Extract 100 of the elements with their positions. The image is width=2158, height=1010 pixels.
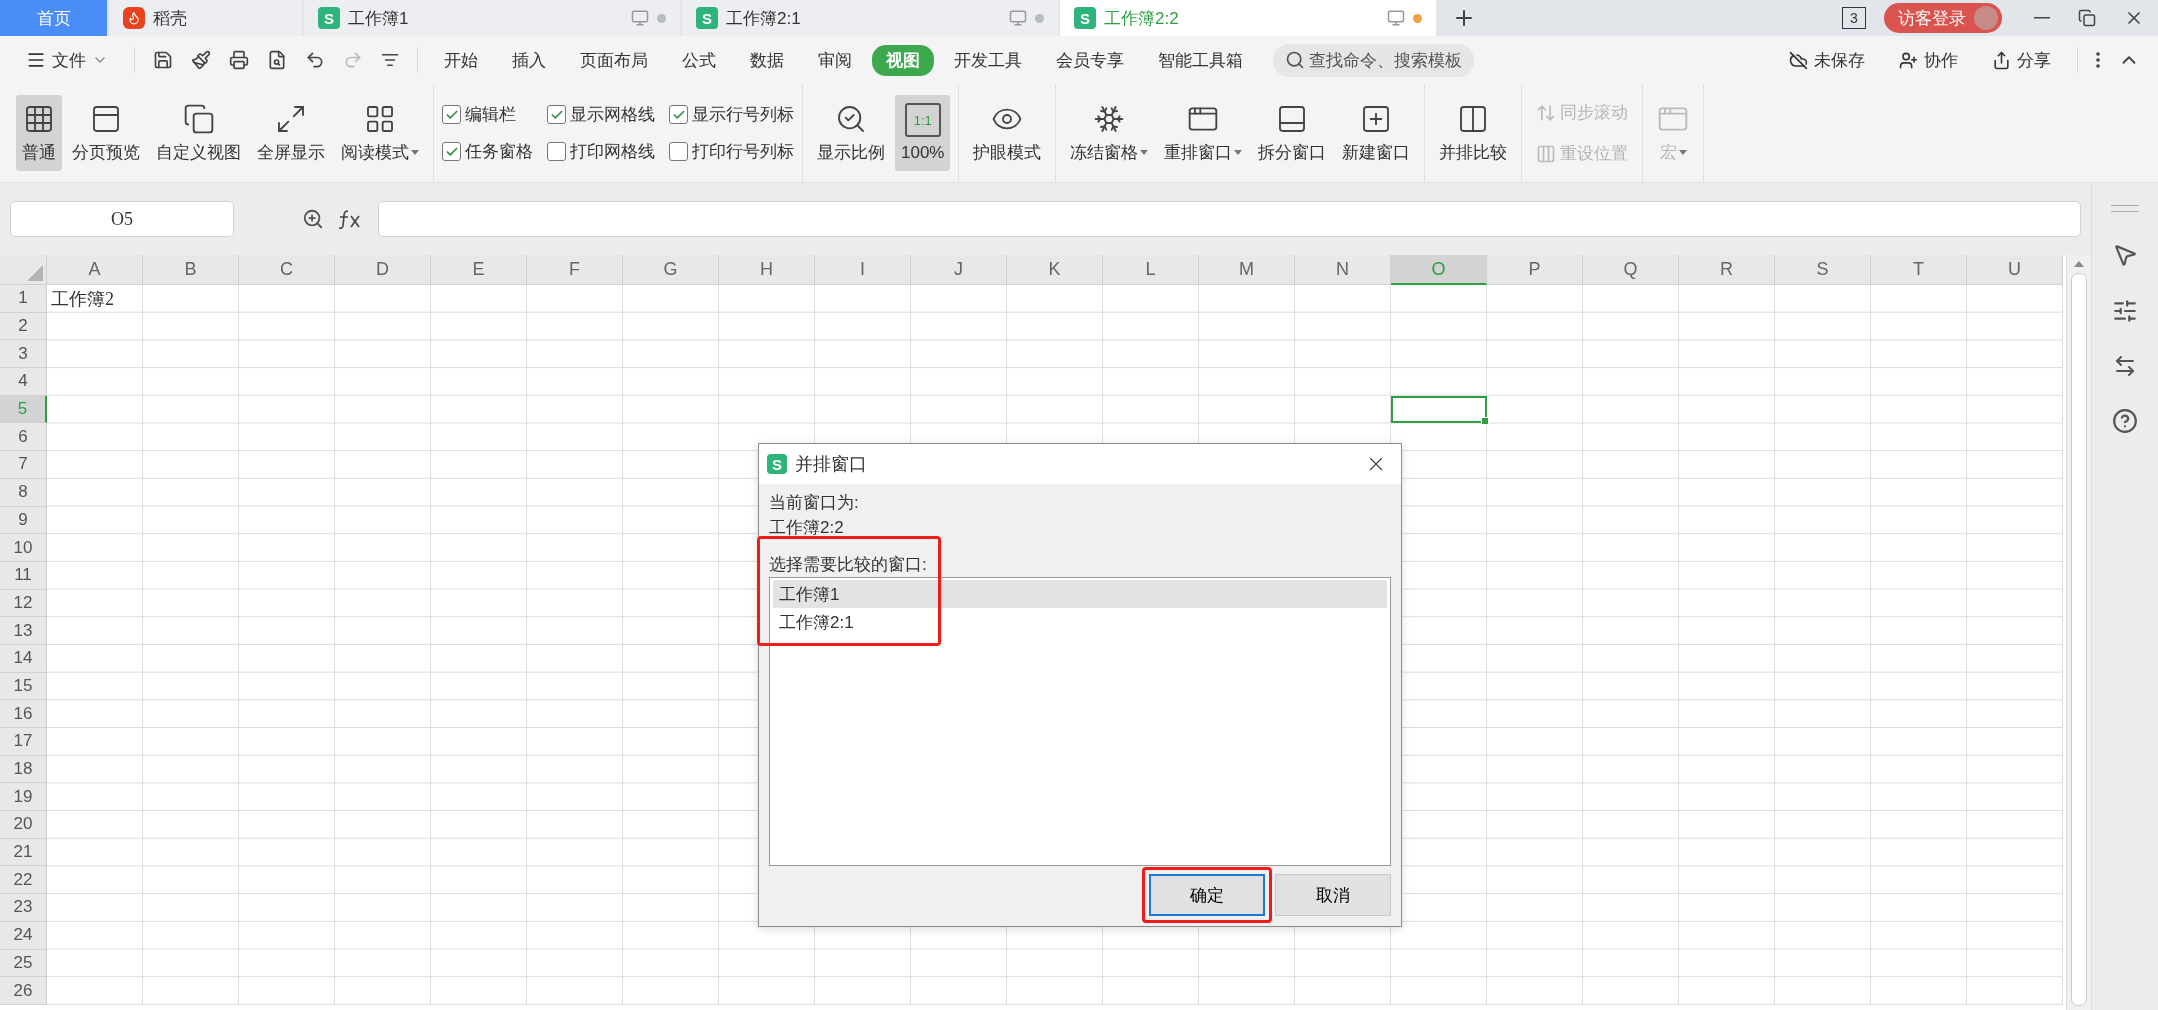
column-header[interactable]: N — [1295, 255, 1391, 285]
checkbox-option[interactable]: 打印网格线 — [547, 140, 655, 163]
row-header[interactable]: 25 — [0, 949, 47, 978]
row-header[interactable]: 15 — [0, 672, 47, 701]
checkbox[interactable] — [669, 105, 688, 124]
ribbon-button[interactable]: 1:1 100% — [895, 95, 951, 171]
dialog-button[interactable]: 取消 — [1275, 874, 1391, 916]
row-header[interactable]: 12 — [0, 589, 47, 618]
ribbon-button[interactable]: 新建窗口 — [1336, 95, 1417, 171]
row-header[interactable]: 13 — [0, 617, 47, 645]
dialog-button[interactable]: 确定 — [1149, 874, 1265, 916]
scrollbar-thumb[interactable] — [2071, 273, 2087, 1006]
row-header[interactable]: 10 — [0, 534, 47, 562]
row-header[interactable]: 2 — [0, 312, 47, 341]
action-button[interactable]: 未保存 — [1775, 44, 1879, 76]
column-header[interactable]: P — [1487, 255, 1583, 285]
document-tab[interactable]: S 工作簿2:2 — [1060, 0, 1436, 36]
formula-input[interactable] — [378, 201, 2081, 237]
row-header[interactable]: 11 — [0, 561, 47, 590]
column-header[interactable]: U — [1967, 255, 2063, 285]
row-header[interactable]: 14 — [0, 644, 47, 673]
ribbon-button[interactable]: 自定义视图 — [150, 95, 247, 171]
row-header[interactable]: 21 — [0, 838, 47, 867]
vertical-scrollbar[interactable] — [2066, 255, 2091, 1010]
row-header[interactable]: 1 — [0, 285, 47, 313]
home-tab[interactable]: 首页 — [0, 0, 107, 36]
checkbox-option[interactable]: 显示行号列标 — [669, 103, 794, 126]
pointer-icon[interactable] — [2112, 242, 2138, 268]
column-header[interactable]: S — [1775, 255, 1871, 285]
checkbox[interactable] — [442, 142, 461, 161]
checkbox-option[interactable]: 打印行号列标 — [669, 140, 794, 163]
column-header[interactable]: R — [1679, 255, 1775, 285]
row-header[interactable]: 17 — [0, 728, 47, 756]
scroll-up-icon[interactable] — [2074, 261, 2084, 267]
zoom-icon[interactable] — [302, 208, 324, 230]
row-header[interactable]: 16 — [0, 700, 47, 728]
ribbon-button[interactable]: 阅读模式 — [335, 95, 425, 171]
fill-handle[interactable] — [1481, 417, 1489, 426]
ribbon-tab[interactable]: 插入 — [498, 44, 560, 76]
ribbon-button[interactable]: 重排窗口 — [1158, 95, 1249, 171]
window-list-item[interactable]: 工作簿1 — [773, 580, 1387, 608]
ribbon-button[interactable]: 拆分窗口 — [1252, 95, 1333, 171]
checkbox[interactable] — [547, 142, 566, 161]
column-header[interactable]: G — [623, 255, 719, 285]
row-header[interactable]: 7 — [0, 451, 47, 479]
ribbon-tab[interactable]: 公式 — [668, 44, 730, 76]
row-header[interactable]: 26 — [0, 977, 47, 1005]
ribbon-tab[interactable]: 开始 — [430, 44, 492, 76]
ribbon-button[interactable]: 全屏显示 — [251, 95, 331, 171]
row-header[interactable]: 20 — [0, 811, 47, 839]
checkbox-option[interactable]: 编辑栏 — [442, 103, 533, 126]
ribbon-button[interactable]: 普通 — [16, 95, 62, 171]
ribbon-button[interactable]: 冻结窗格 — [1064, 95, 1155, 171]
row-header[interactable]: 19 — [0, 783, 47, 812]
column-header[interactable]: K — [1007, 255, 1103, 285]
column-header[interactable]: J — [911, 255, 1007, 285]
column-header[interactable]: I — [815, 255, 911, 285]
grip-handle[interactable] — [2111, 205, 2139, 212]
app-tab[interactable]: 稻壳 — [109, 0, 302, 36]
column-header[interactable]: T — [1871, 255, 1967, 285]
ribbon-button[interactable]: 护眼模式 — [967, 95, 1048, 171]
selected-cell[interactable] — [1391, 395, 1487, 424]
column-header[interactable]: M — [1199, 255, 1295, 285]
ribbon-button[interactable]: 显示比例 — [811, 95, 891, 171]
row-header[interactable]: 22 — [0, 866, 47, 895]
row-header[interactable]: 24 — [0, 921, 47, 950]
document-tab[interactable]: S 工作簿1 — [304, 0, 680, 36]
checkbox[interactable] — [547, 105, 566, 124]
column-header[interactable]: L — [1103, 255, 1199, 285]
column-header[interactable]: H — [719, 255, 815, 285]
login-button[interactable]: 访客登录 — [1884, 3, 2002, 33]
row-header[interactable]: 8 — [0, 478, 47, 507]
column-header[interactable]: C — [239, 255, 335, 285]
column-header[interactable]: B — [143, 255, 239, 285]
sliders-icon[interactable] — [2112, 298, 2138, 324]
row-header[interactable]: 4 — [0, 368, 47, 396]
column-header[interactable]: F — [527, 255, 623, 285]
ribbon-tab[interactable]: 数据 — [736, 44, 798, 76]
row-header[interactable]: 18 — [0, 755, 47, 784]
row-header[interactable]: 23 — [0, 894, 47, 922]
swap-icon[interactable] — [2113, 354, 2137, 378]
checkbox[interactable] — [669, 142, 688, 161]
column-header[interactable]: D — [335, 255, 431, 285]
column-header[interactable]: Q — [1583, 255, 1679, 285]
action-button[interactable]: 协作 — [1885, 44, 1972, 76]
file-menu[interactable]: 文件 — [12, 44, 122, 76]
ribbon-tab[interactable]: 智能工具箱 — [1144, 44, 1257, 76]
action-button[interactable]: 分享 — [1978, 44, 2065, 76]
window-list-item[interactable]: 工作簿2:1 — [773, 608, 1387, 636]
help-icon[interactable] — [2112, 408, 2138, 434]
ribbon-button[interactable]: 分页预览 — [66, 95, 146, 171]
ribbon-tab[interactable]: 会员专享 — [1042, 44, 1138, 76]
ribbon-tab[interactable]: 开发工具 — [940, 44, 1036, 76]
row-header[interactable]: 9 — [0, 506, 47, 535]
checkbox-option[interactable]: 任务窗格 — [442, 140, 533, 163]
window-count[interactable]: 3 — [1842, 7, 1866, 29]
ribbon-tab[interactable]: 页面布局 — [566, 44, 662, 76]
ribbon-button[interactable]: 并排比较 — [1433, 95, 1514, 171]
row-header[interactable]: 6 — [0, 423, 47, 452]
column-header[interactable]: A — [47, 255, 143, 285]
